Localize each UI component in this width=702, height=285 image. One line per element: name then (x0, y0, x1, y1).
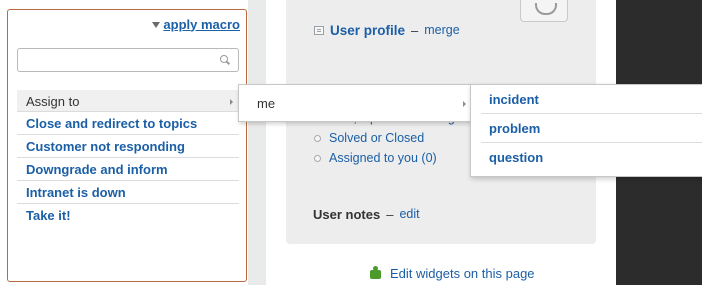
submenu-item-question[interactable]: question (471, 143, 702, 171)
user-card-icon (314, 25, 324, 35)
submenu-item-me[interactable]: me (257, 96, 275, 111)
ticket-link-assigned[interactable]: Assigned to you (0) (314, 148, 455, 168)
separator: – (386, 206, 394, 222)
triangle-down-icon (152, 21, 161, 28)
submenu-item-problem[interactable]: problem (471, 114, 702, 142)
user-notes-label: User notes (313, 206, 381, 222)
macro-item-label: Close and redirect to topics (26, 116, 198, 131)
sidebar-gap (248, 0, 266, 285)
macro-search-input[interactable] (17, 48, 239, 72)
search-icon (220, 55, 230, 65)
user-profile-row: User profile – merge (314, 21, 460, 39)
macro-item-intranet-down[interactable]: Intranet is down (17, 181, 239, 204)
macro-item-take-it[interactable]: Take it! (17, 204, 239, 226)
edit-widgets-label: Edit widgets on this page (390, 265, 535, 281)
user-notes-row: User notes – edit (313, 205, 420, 223)
macro-list: Assign to Close and redirect to topics C… (17, 90, 239, 226)
macro-item-label: Customer not responding (26, 139, 185, 154)
macro-item-label: Take it! (26, 208, 71, 223)
macro-item-label: Intranet is down (26, 185, 126, 200)
ticket-link-label: Solved or Closed (329, 131, 425, 145)
user-profile-link[interactable]: User profile (330, 23, 405, 38)
macro-item-assign-to[interactable]: Assign to (17, 90, 239, 112)
macro-panel: apply macro Assign to Close and redirect… (7, 9, 247, 282)
apply-macro-toggle[interactable]: apply macro (152, 14, 240, 34)
radio-bullet-icon (314, 154, 321, 162)
chevron-right-icon (463, 101, 466, 107)
puzzle-piece-icon (368, 266, 384, 280)
radio-bullet-icon (314, 134, 321, 142)
macro-item-downgrade-inform[interactable]: Downgrade and inform (17, 158, 239, 181)
ticket-link-solved[interactable]: Solved or Closed (314, 128, 455, 148)
apply-macro-label: apply macro (163, 16, 240, 32)
notes-edit-link[interactable]: edit (399, 207, 419, 221)
ticket-type-submenu: incident problem question (470, 84, 702, 177)
avatar[interactable] (520, 0, 568, 22)
macro-item-customer-not-responding[interactable]: Customer not responding (17, 135, 239, 158)
edit-widgets-link[interactable]: Edit widgets on this page (368, 264, 535, 282)
ticket-link-label: Assigned to you (0) (329, 151, 437, 165)
macro-item-label: Assign to (26, 94, 80, 109)
submenu-item-incident[interactable]: incident (471, 85, 702, 113)
macro-item-label: Downgrade and inform (26, 162, 168, 177)
macro-item-close-redirect[interactable]: Close and redirect to topics (17, 112, 239, 135)
chevron-right-icon (230, 99, 233, 105)
merge-link[interactable]: merge (424, 23, 459, 37)
assign-submenu: me (238, 84, 471, 122)
separator: – (411, 22, 419, 38)
